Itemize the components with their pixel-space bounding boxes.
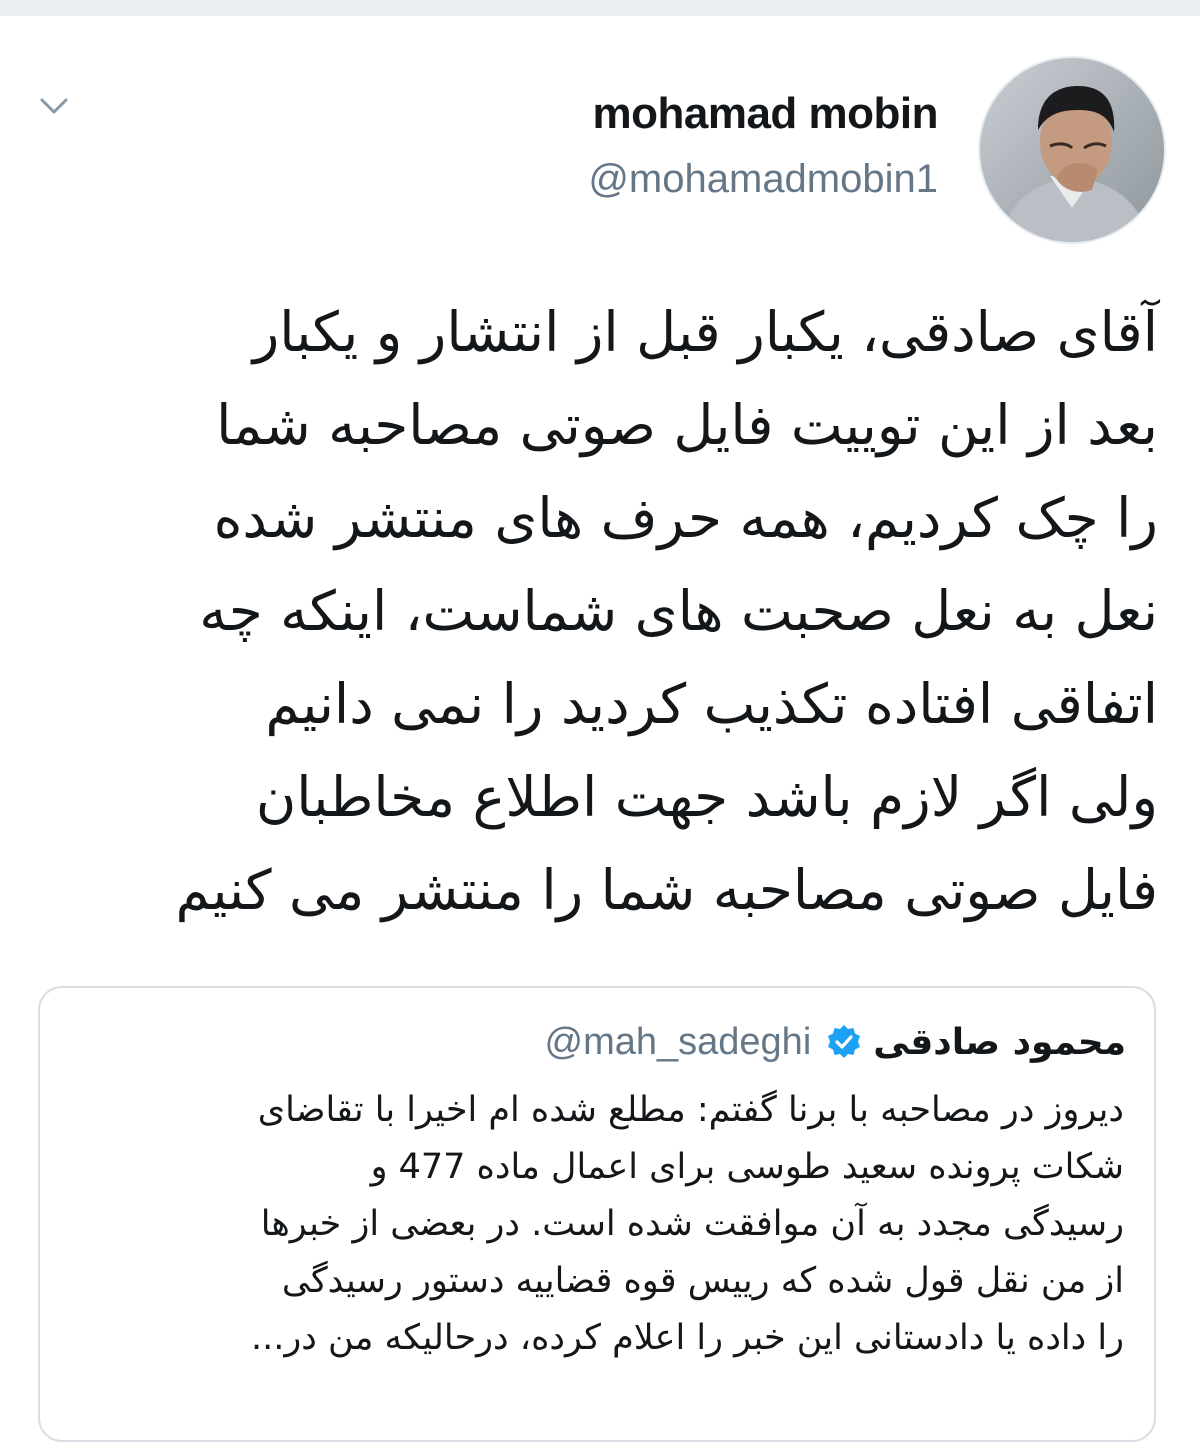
- verified-badge-icon: [825, 1023, 863, 1061]
- tweet-line: فایل صوتی مصاحبه شما را منتشر می کنیم: [175, 858, 1158, 922]
- tweet-line: اتفاقی افتاده تکذیب کردید را نمی دانیم: [265, 672, 1158, 736]
- tweet-line: بعد از این توییت فایل صوتی مصاحبه شما: [216, 393, 1158, 457]
- avatar[interactable]: [978, 56, 1166, 244]
- quoted-line: از من نقل قول شده که رییس قوه قضاییه دست…: [281, 1261, 1124, 1301]
- quoted-tweet-card[interactable]: محمود صادقی @mah_sadeghi دیروز در مصاحبه…: [38, 986, 1156, 1442]
- quoted-author-name[interactable]: محمود صادقی: [873, 1022, 1126, 1063]
- quoted-tweet-header: محمود صادقی @mah_sadeghi: [545, 1012, 1126, 1072]
- tweet-author[interactable]: mohamad mobin @mohamadmobin1: [588, 84, 938, 210]
- tweet-line: را چک کردیم، همه حرف های منتشر شده: [213, 486, 1158, 550]
- top-separator: [0, 0, 1200, 16]
- tweet-line: ولی اگر لازم باشد جهت اطلاع مخاطبان: [255, 765, 1158, 829]
- quoted-tweet-text: دیروز در مصاحبه با برنا گفتم: مطلع شده ا…: [70, 1082, 1124, 1367]
- quoted-line: دیروز در مصاحبه با برنا گفتم: مطلع شده ا…: [257, 1090, 1124, 1130]
- tweet-line: آقای صادقی، یکبار قبل از انتشار و یکبار: [252, 300, 1158, 364]
- tweet-text: آقای صادقی، یکبار قبل از انتشار و یکبار …: [40, 286, 1158, 937]
- quoted-line: را داده یا دادستانی این خبر را اعلام کرد…: [251, 1318, 1124, 1358]
- quoted-line: شکات پرونده سعید طوسی برای اعمال ماده 47…: [370, 1147, 1124, 1187]
- quoted-line: رسیدگی مجدد به آن موافقت شده است. در بعض…: [260, 1204, 1124, 1244]
- tweet-line: نعل به نعل صحبت های شماست، اینکه چه: [199, 579, 1158, 643]
- person-photo-icon: [980, 58, 1164, 242]
- chevron-down-icon[interactable]: [30, 86, 78, 126]
- author-display-name[interactable]: mohamad mobin: [588, 84, 938, 144]
- quoted-author-handle[interactable]: @mah_sadeghi: [545, 1021, 812, 1064]
- author-handle[interactable]: @mohamadmobin1: [588, 148, 938, 210]
